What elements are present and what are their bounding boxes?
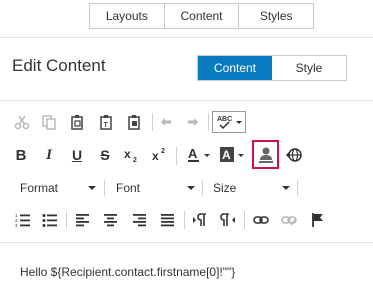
divider bbox=[104, 180, 105, 196]
tab-layouts[interactable]: Layouts bbox=[90, 4, 165, 28]
strikethrough-icon[interactable]: S bbox=[94, 144, 116, 166]
top-tab-bar: Layouts Content Styles bbox=[89, 3, 314, 29]
tab-content[interactable]: Content bbox=[165, 4, 240, 28]
style-mode-button[interactable]: Style bbox=[272, 56, 346, 80]
size-dropdown[interactable]: Size bbox=[213, 179, 290, 197]
globe-link-icon[interactable] bbox=[283, 144, 305, 166]
align-justify-icon[interactable] bbox=[157, 209, 179, 231]
size-dropdown-label: Size bbox=[213, 181, 237, 195]
svg-text:x: x bbox=[124, 147, 131, 161]
divider bbox=[176, 147, 177, 165]
divider bbox=[184, 211, 185, 229]
format-dropdown[interactable]: Format bbox=[20, 179, 96, 197]
divider bbox=[297, 180, 298, 196]
paste-text-icon[interactable]: T bbox=[95, 111, 117, 133]
italic-icon[interactable]: I bbox=[38, 144, 60, 166]
cut-icon[interactable] bbox=[11, 111, 33, 133]
divider bbox=[208, 113, 209, 131]
page-title: Edit Content bbox=[12, 56, 106, 75]
divider bbox=[152, 113, 153, 131]
bold-icon[interactable]: B bbox=[10, 144, 32, 166]
subscript-icon[interactable]: x2 bbox=[121, 144, 143, 166]
divider bbox=[66, 211, 67, 229]
divider bbox=[0, 37, 373, 38]
numbered-list-icon[interactable]: 123 bbox=[12, 209, 34, 231]
anchor-flag-icon[interactable] bbox=[307, 209, 329, 231]
font-dropdown-label: Font bbox=[116, 181, 141, 195]
spellcheck-button[interactable]: ABC bbox=[212, 111, 246, 133]
svg-text:T: T bbox=[104, 122, 109, 129]
paste-icon[interactable] bbox=[66, 111, 88, 133]
copy-icon[interactable] bbox=[38, 111, 60, 133]
align-center-icon[interactable] bbox=[100, 209, 122, 231]
svg-text:2: 2 bbox=[133, 157, 137, 163]
svg-text:3: 3 bbox=[15, 223, 18, 227]
chevron-down-icon bbox=[88, 186, 96, 190]
paste-word-icon[interactable] bbox=[123, 111, 145, 133]
format-dropdown-label: Format bbox=[20, 181, 59, 195]
svg-text:2: 2 bbox=[161, 148, 165, 155]
highlight-box bbox=[252, 140, 279, 169]
underline-icon[interactable]: U bbox=[66, 144, 88, 166]
bulleted-list-icon[interactable] bbox=[39, 209, 61, 231]
divider bbox=[202, 180, 203, 196]
editor-content[interactable]: Hello ${Recipient.contact.firstname[0]!"… bbox=[20, 265, 235, 279]
chevron-down-icon bbox=[187, 186, 195, 190]
align-left-icon[interactable] bbox=[72, 209, 94, 231]
undo-icon[interactable] bbox=[155, 111, 177, 133]
mode-toggle: Content Style bbox=[197, 55, 347, 81]
divider bbox=[244, 211, 245, 229]
svg-text:A: A bbox=[188, 146, 198, 161]
content-mode-button[interactable]: Content bbox=[198, 56, 272, 80]
text-color-icon[interactable]: A bbox=[185, 144, 215, 166]
chevron-down-icon bbox=[282, 186, 290, 190]
unlink-icon[interactable] bbox=[278, 209, 300, 231]
ltr-direction-icon[interactable] bbox=[189, 209, 211, 231]
tab-styles[interactable]: Styles bbox=[239, 4, 313, 28]
background-color-icon[interactable]: A bbox=[218, 144, 248, 166]
link-icon[interactable] bbox=[250, 209, 272, 231]
align-right-icon[interactable] bbox=[129, 209, 151, 231]
rtl-direction-icon[interactable] bbox=[217, 209, 239, 231]
redo-icon[interactable] bbox=[182, 111, 204, 133]
spellcheck-label: ABC bbox=[217, 116, 232, 123]
font-dropdown[interactable]: Font bbox=[116, 179, 195, 197]
svg-text:x: x bbox=[152, 149, 159, 163]
superscript-icon[interactable]: x2 bbox=[149, 144, 171, 166]
svg-text:A: A bbox=[222, 148, 231, 162]
